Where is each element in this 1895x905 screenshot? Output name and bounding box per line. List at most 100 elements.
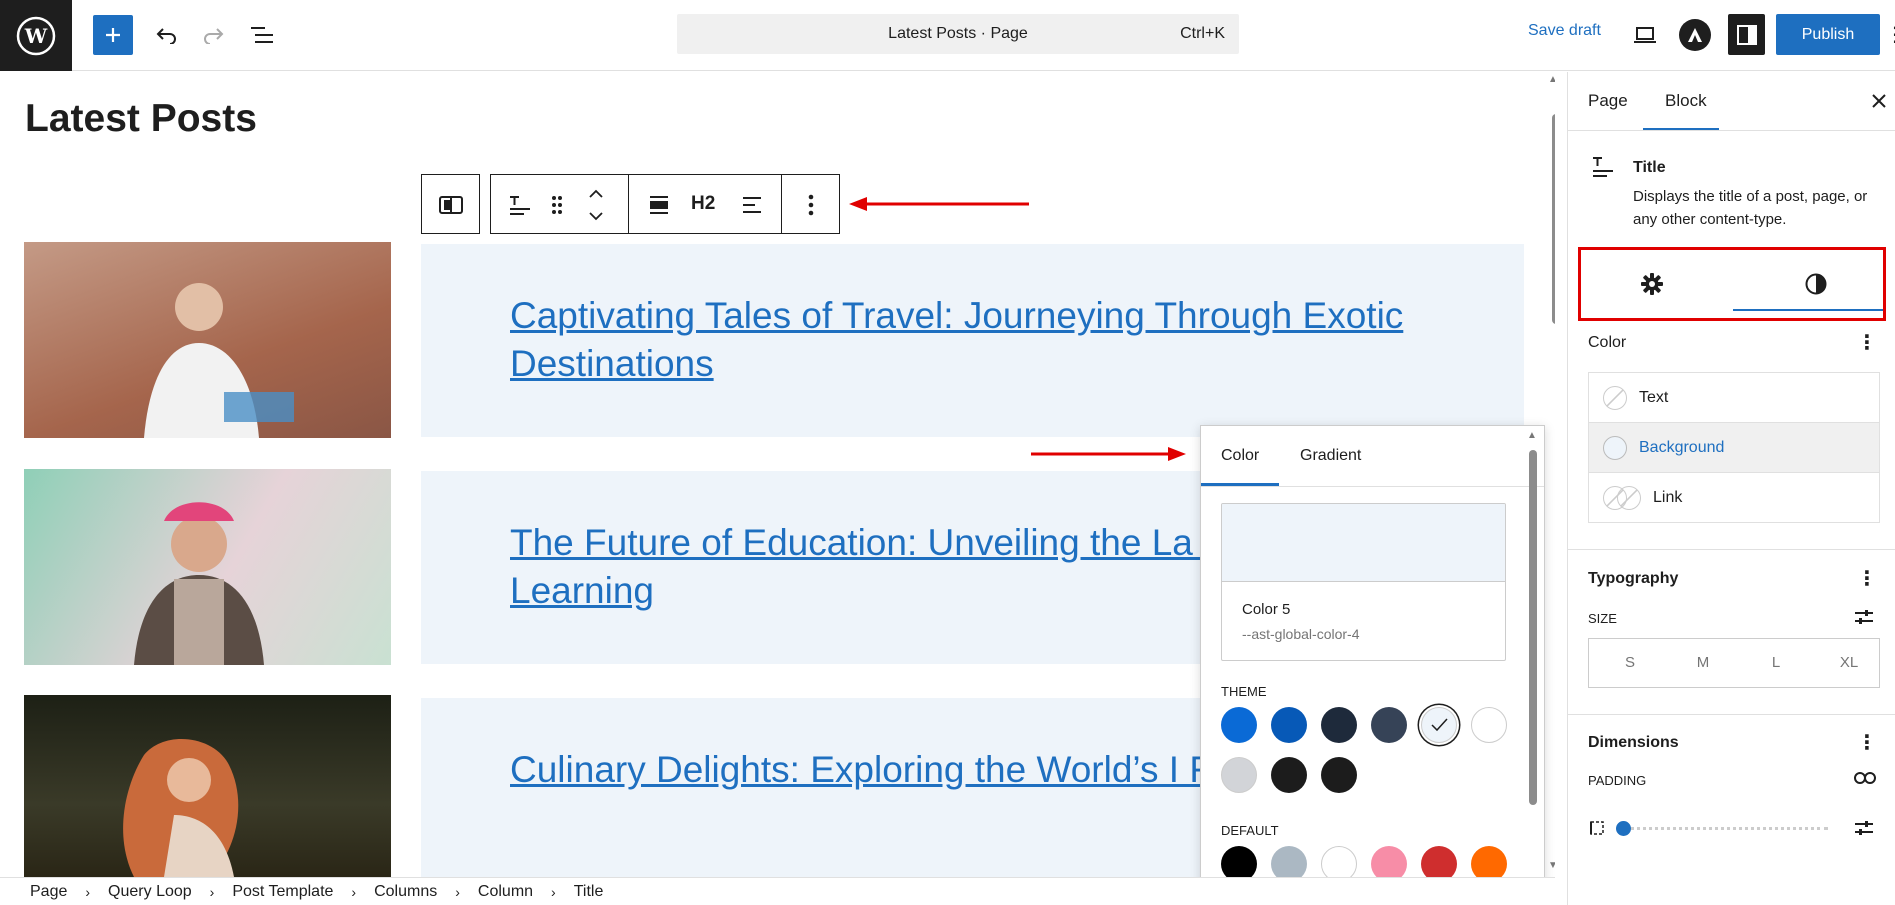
annotation-arrow [1031,447,1186,461]
document-title: Latest Posts · Page [888,25,1028,42]
padding-slider-thumb[interactable] [1616,821,1631,836]
more-vertical-icon [808,194,814,216]
font-size-option[interactable]: M [1673,638,1733,688]
more-options-button[interactable] [781,174,840,234]
command-palette-button[interactable]: Latest Posts · Page Ctrl+K [677,14,1239,54]
custom-size-icon[interactable] [1854,608,1874,626]
default-color-swatch[interactable] [1421,846,1457,877]
breadcrumb-item[interactable]: Post Template [232,883,333,901]
typography-options-button[interactable]: ⋮ [1857,566,1877,591]
document-overview-button[interactable] [245,18,279,52]
gear-icon[interactable] [1640,272,1664,296]
breadcrumb-item[interactable]: Columns [374,883,437,901]
chevron-right-icon: › [85,883,91,900]
settings-sidebar-toggle[interactable] [1728,14,1765,55]
default-color-swatch[interactable] [1471,846,1507,877]
font-size-option[interactable]: S [1600,638,1660,688]
dimensions-options-button[interactable]: ⋮ [1857,730,1877,755]
breadcrumb-item[interactable]: Query Loop [108,883,192,901]
tab-color[interactable]: Color [1221,426,1259,486]
breadcrumb-item[interactable]: Page [30,883,67,901]
post-title-link[interactable]: Captivating Tales of Travel: Journeying … [510,292,1470,388]
undo-button[interactable] [150,18,184,52]
color-item-label: Text [1639,388,1669,406]
default-color-swatch[interactable] [1271,846,1307,877]
styles-half-circle-icon[interactable] [1804,272,1828,296]
typography-section-title: Typography [1588,570,1679,587]
theme-color-swatch[interactable] [1371,707,1407,743]
text-align-left-icon[interactable] [741,194,763,216]
theme-color-swatch[interactable] [1321,707,1357,743]
redo-icon [204,28,224,44]
color-item-label: Link [1653,488,1683,506]
align-wide-icon[interactable] [648,194,670,216]
post-featured-image[interactable] [24,695,391,877]
default-color-swatch[interactable] [1321,846,1357,877]
chevron-right-icon: › [351,883,357,900]
post-featured-image[interactable] [24,242,391,438]
page-title[interactable]: Latest Posts [25,97,257,141]
text-color-item[interactable]: Text [1588,372,1880,423]
font-size-option[interactable]: L [1746,638,1806,688]
padding-slider-track[interactable] [1618,827,1828,830]
parent-block-button[interactable] [421,174,480,234]
color-preview [1222,504,1505,582]
padding-label: PADDING [1588,773,1647,788]
theme-color-swatch[interactable] [1271,707,1307,743]
move-up-icon[interactable] [587,187,605,201]
heading-level-button[interactable]: H2 [691,193,715,215]
annotation-arrow [849,197,1029,211]
save-draft-button[interactable]: Save draft [1528,22,1601,40]
wordpress-logo-icon[interactable]: W [0,0,72,71]
breadcrumb-item[interactable]: Column [478,883,533,901]
popover-scrollbar[interactable] [1529,450,1537,805]
preview-button[interactable] [1628,18,1662,52]
settings-sidebar: Page Block Title Displays the title of a… [1567,72,1895,905]
selected-color-card[interactable]: Color 5 --ast-global-color-4 [1221,503,1506,661]
move-down-icon[interactable] [587,209,605,223]
background-color-item[interactable]: Background [1588,422,1880,473]
columns-icon [439,196,463,214]
scroll-up-icon[interactable]: ▲ [1527,430,1537,441]
options-menu-button[interactable]: ⋮ [1885,22,1895,47]
font-size-option[interactable]: XL [1819,638,1879,688]
editor-scrollbar[interactable] [1552,114,1555,324]
close-icon[interactable] [1871,93,1887,109]
redo-button[interactable] [196,18,230,52]
theme-color-swatch[interactable] [1221,757,1257,793]
plus-icon [106,28,120,42]
scroll-down-icon[interactable]: ▼ [1548,860,1555,871]
theme-color-swatch[interactable] [1471,707,1507,743]
post-featured-image[interactable] [24,469,391,665]
link-color-item[interactable]: Link [1588,472,1880,523]
shortcut-hint: Ctrl+K [1180,25,1225,42]
theme-color-swatch[interactable] [1421,707,1457,743]
color-options-button[interactable]: ⋮ [1857,330,1877,355]
default-color-swatch[interactable] [1221,846,1257,877]
link-sides-icon[interactable] [1854,770,1876,786]
tab-block[interactable]: Block [1665,72,1707,130]
list-view-icon [251,27,273,43]
astra-settings-button[interactable] [1679,19,1711,51]
publish-button[interactable]: Publish [1776,14,1880,55]
default-label: DEFAULT [1221,823,1279,838]
add-block-button[interactable] [93,15,133,55]
chevron-right-icon: › [551,883,556,900]
theme-color-swatch[interactable] [1221,707,1257,743]
breadcrumb-item[interactable]: Title [574,883,604,901]
theme-color-swatch[interactable] [1321,757,1357,793]
drag-handle-icon[interactable] [551,195,563,215]
formatting-group: H2 [628,174,782,234]
color-section-title: Color [1588,334,1627,351]
editor-canvas: Latest Posts H2 Captivating Tales of Tra… [0,72,1555,877]
color-item-label: Background [1639,438,1725,456]
block-description: Displays the title of a post, page, or a… [1633,188,1868,228]
default-color-swatch[interactable] [1371,846,1407,877]
tab-page[interactable]: Page [1588,72,1628,130]
color-variable: --ast-global-color-4 [1242,626,1360,642]
scroll-up-icon[interactable]: ▲ [1548,74,1555,85]
title-block-icon[interactable] [509,194,531,216]
tab-gradient[interactable]: Gradient [1300,426,1361,486]
theme-color-swatch[interactable] [1271,757,1307,793]
custom-size-icon[interactable] [1854,819,1874,837]
